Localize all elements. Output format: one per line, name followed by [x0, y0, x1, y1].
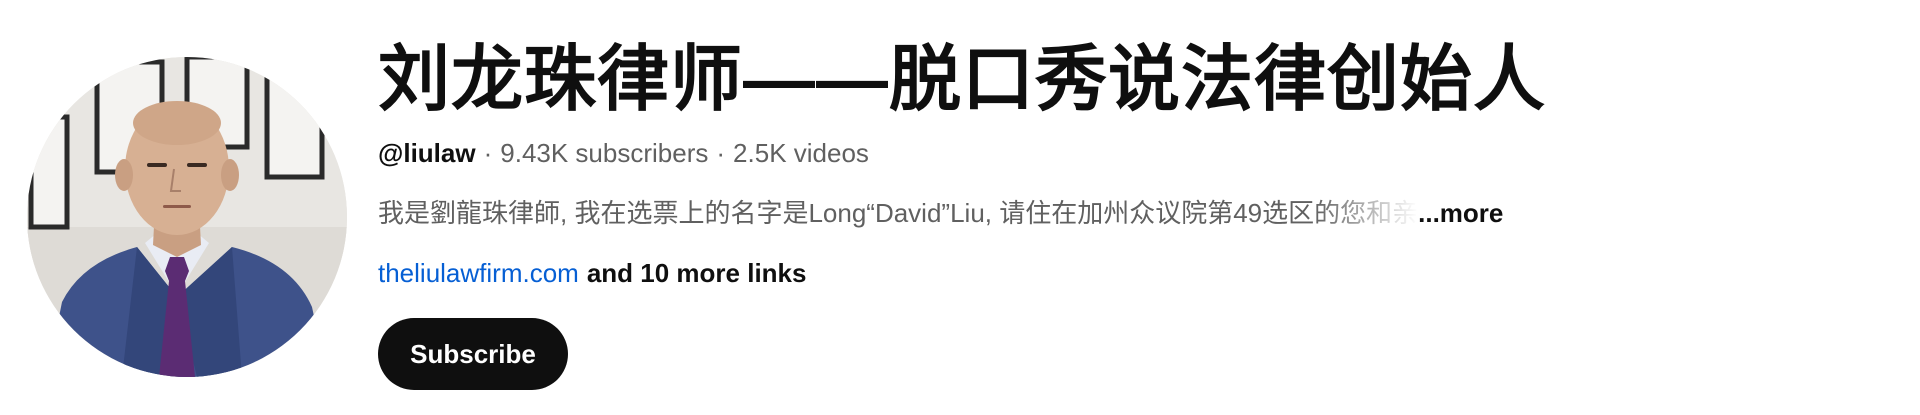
channel-name: 刘龙珠律师——脱口秀说法律创始人	[378, 40, 1547, 120]
description-text: 我是劉龍珠律師, 我在选票上的名字是Long“David”Liu, 请住在加州众…	[378, 198, 1419, 228]
video-count: 2.5K videos	[733, 138, 869, 168]
avatar-photo	[27, 57, 347, 377]
channel-meta: @liulaw · 9.43K subscribers · 2.5K videos	[378, 136, 869, 170]
channel-avatar[interactable]	[27, 57, 347, 377]
meta-separator: ·	[483, 138, 493, 168]
channel-description[interactable]: 我是劉龍珠律師, 我在选票上的名字是Long“David”Liu, 请住在加州众…	[378, 196, 1608, 230]
website-link[interactable]: theliulawfirm.com	[378, 258, 579, 288]
subscribe-button[interactable]: Subscribe	[378, 318, 568, 390]
channel-handle: @liulaw	[378, 138, 476, 168]
meta-separator: ·	[716, 138, 726, 168]
more-button[interactable]: ...more	[1418, 198, 1503, 228]
channel-links: theliulawfirm.com and 10 more links	[378, 256, 806, 290]
subscriber-count: 9.43K subscribers	[500, 138, 709, 168]
more-links-button[interactable]: and 10 more links	[587, 258, 807, 288]
